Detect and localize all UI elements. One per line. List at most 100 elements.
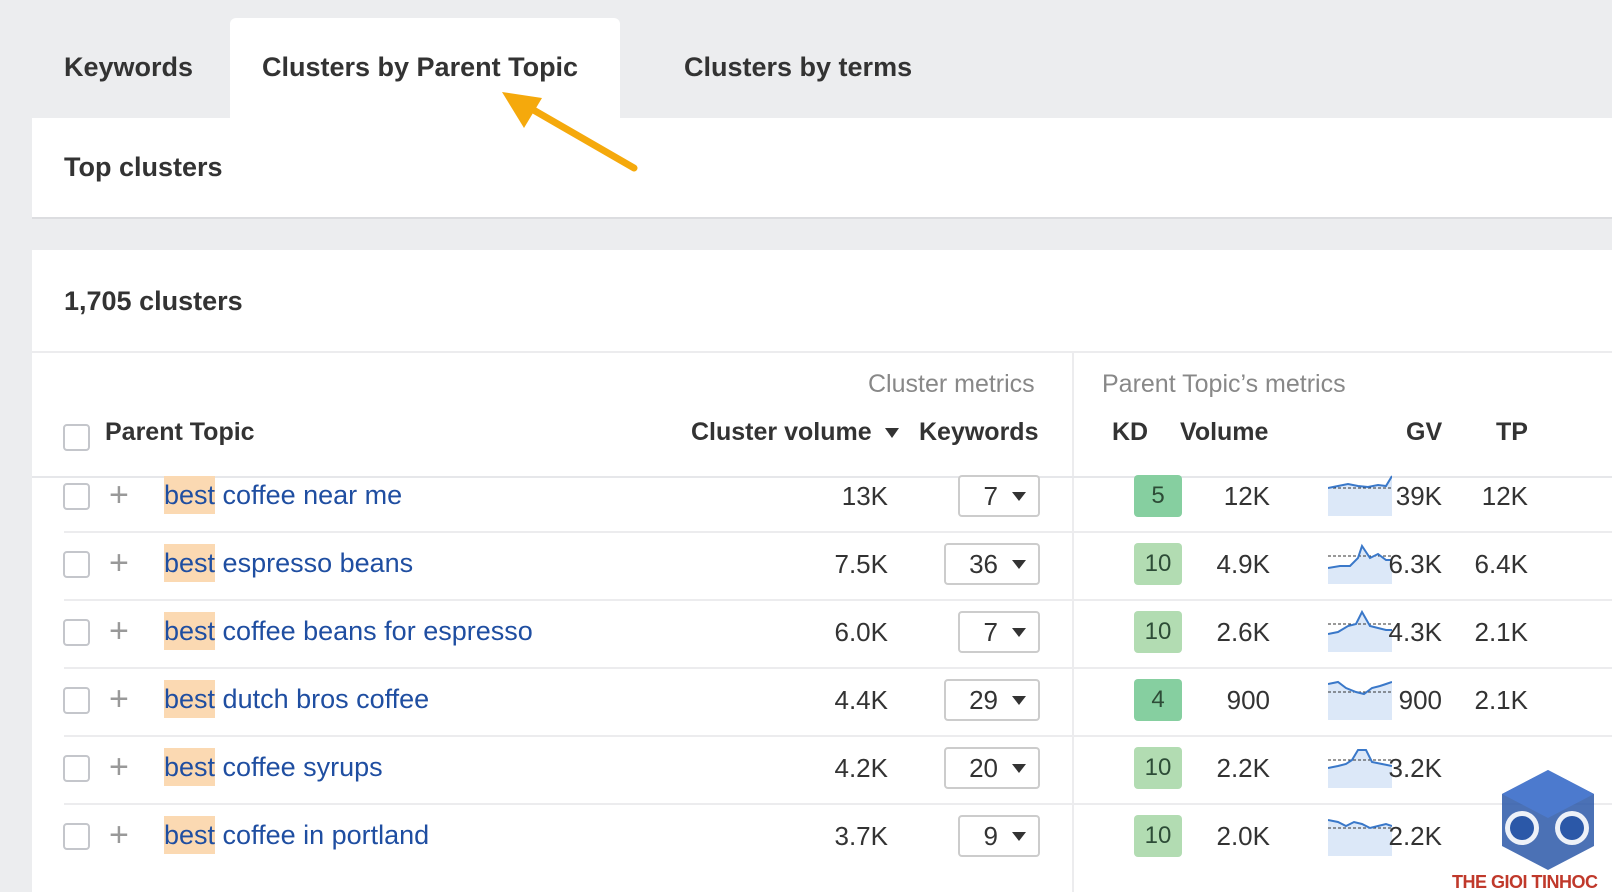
tab-keywords[interactable]: Keywords [32, 18, 224, 118]
tp-value: 6.4K [1474, 549, 1529, 579]
expand-plus-icon[interactable]: + [109, 546, 129, 580]
cluster-volume-value: 7.5K [834, 549, 889, 579]
expand-plus-icon[interactable]: + [109, 682, 129, 716]
col-tp[interactable]: TP [1496, 418, 1528, 447]
keywords-dropdown[interactable]: 7 [958, 611, 1040, 653]
keywords-count: 9 [983, 820, 998, 851]
highlight-term: best [164, 544, 216, 582]
row-divider [64, 531, 1612, 533]
parent-topic-link[interactable]: best coffee beans for espresso [164, 612, 533, 650]
row-divider [64, 735, 1612, 737]
column-divider [1072, 352, 1074, 892]
keywords-dropdown[interactable]: 20 [944, 747, 1040, 789]
parent-topic-link[interactable]: best coffee in portland [164, 816, 430, 854]
col-cluster-volume[interactable]: Cluster volume [691, 418, 899, 447]
watermark-logo: THE GIOI TINHOC [1452, 768, 1612, 892]
chevron-down-icon [1012, 627, 1026, 637]
row-checkbox[interactable] [63, 755, 90, 782]
keywords-count: 36 [969, 548, 998, 579]
topic-rest: dutch bros coffee [215, 684, 430, 714]
kd-badge: 10 [1134, 747, 1182, 789]
expand-plus-icon[interactable]: + [109, 614, 129, 648]
gv-value: 3.2K [1388, 753, 1443, 783]
col-parent-topic[interactable]: Parent Topic [105, 418, 255, 447]
topic-rest: coffee near me [215, 480, 403, 510]
col-kd[interactable]: KD [1112, 418, 1148, 447]
tab-bar: Keywords Clusters by Parent Topic Cluste… [32, 18, 1612, 118]
chevron-down-icon [1012, 559, 1026, 569]
keywords-count: 7 [983, 480, 998, 511]
row-checkbox[interactable] [63, 551, 90, 578]
cluster-volume-value: 3.7K [834, 821, 889, 851]
parent-topic-link[interactable]: best espresso beans [164, 544, 414, 582]
highlight-term: best [164, 612, 216, 650]
chevron-down-icon [1012, 763, 1026, 773]
parent-topic-link[interactable]: best coffee near me [164, 476, 403, 514]
gv-value: 2.2K [1388, 821, 1443, 851]
kd-badge: 4 [1134, 679, 1182, 721]
tab-clusters-by-parent-topic[interactable]: Clusters by Parent Topic [230, 18, 620, 118]
cluster-volume-value: 4.4K [834, 685, 889, 715]
highlight-term: best [164, 816, 216, 854]
kd-badge: 10 [1134, 611, 1182, 653]
select-all-checkbox[interactable] [63, 424, 90, 451]
watermark-text: THE GIOI TINHOC [1452, 872, 1598, 892]
parent-topic-link[interactable]: best coffee syrups [164, 748, 383, 786]
parent-topic-link[interactable]: best dutch bros coffee [164, 680, 430, 718]
row-divider [64, 803, 1612, 805]
volume-value: 900 [1226, 685, 1270, 715]
expand-plus-icon[interactable]: + [109, 750, 129, 784]
topic-rest: coffee beans for espresso [215, 616, 533, 646]
col-keywords[interactable]: Keywords [919, 418, 1038, 447]
kd-badge: 10 [1134, 543, 1182, 585]
row-divider [64, 667, 1612, 669]
keywords-dropdown[interactable]: 7 [958, 475, 1040, 517]
col-volume[interactable]: Volume [1180, 418, 1268, 447]
gv-value: 4.3K [1388, 617, 1443, 647]
keywords-count: 20 [969, 752, 998, 783]
highlight-term: best [164, 680, 216, 718]
parent-topic-metrics-label: Parent Topic’s metrics [1102, 370, 1346, 398]
volume-value: 4.9K [1216, 549, 1271, 579]
tab-label: Clusters by Parent Topic [262, 51, 579, 82]
row-checkbox[interactable] [63, 687, 90, 714]
keywords-dropdown[interactable]: 29 [944, 679, 1040, 721]
keywords-dropdown[interactable]: 9 [958, 815, 1040, 857]
tab-clusters-by-terms[interactable]: Clusters by terms [652, 18, 952, 118]
chevron-down-icon [1012, 831, 1026, 841]
top-clusters-title: Top clusters [64, 152, 223, 182]
highlight-term: best [164, 748, 216, 786]
tp-value: 2.1K [1474, 685, 1529, 715]
topic-rest: espresso beans [215, 548, 414, 578]
top-clusters-panel: Top clusters [32, 118, 1612, 219]
tab-label: Keywords [64, 51, 194, 82]
volume-value: 2.2K [1216, 753, 1271, 783]
keywords-dropdown[interactable]: 36 [944, 543, 1040, 585]
row-checkbox[interactable] [63, 823, 90, 850]
cluster-volume-value: 13K [841, 481, 888, 511]
col-gv[interactable]: GV [1406, 418, 1442, 447]
expand-plus-icon[interactable]: + [109, 478, 129, 512]
topic-rest: coffee in portland [215, 820, 430, 850]
volume-value: 12K [1223, 481, 1270, 511]
topic-rest: coffee syrups [215, 752, 383, 782]
tab-label: Clusters by terms [684, 51, 913, 82]
chevron-down-icon [1012, 695, 1026, 705]
gv-value: 39K [1395, 481, 1442, 511]
kd-badge: 10 [1134, 815, 1182, 857]
kd-badge: 5 [1134, 475, 1182, 517]
keywords-count: 29 [969, 684, 998, 715]
cluster-metrics-label: Cluster metrics [868, 370, 1035, 398]
chevron-down-icon [1012, 491, 1026, 501]
sort-desc-icon [884, 428, 899, 439]
cluster-volume-value: 4.2K [834, 753, 889, 783]
expand-plus-icon[interactable]: + [109, 818, 129, 852]
row-checkbox[interactable] [63, 483, 90, 510]
row-checkbox[interactable] [63, 619, 90, 646]
divider [32, 351, 1612, 353]
col-cluster-volume-label: Cluster volume [691, 418, 872, 446]
volume-value: 2.0K [1216, 821, 1271, 851]
tp-value: 12K [1481, 481, 1528, 511]
tp-value: 2.1K [1474, 617, 1529, 647]
volume-value: 2.6K [1216, 617, 1271, 647]
